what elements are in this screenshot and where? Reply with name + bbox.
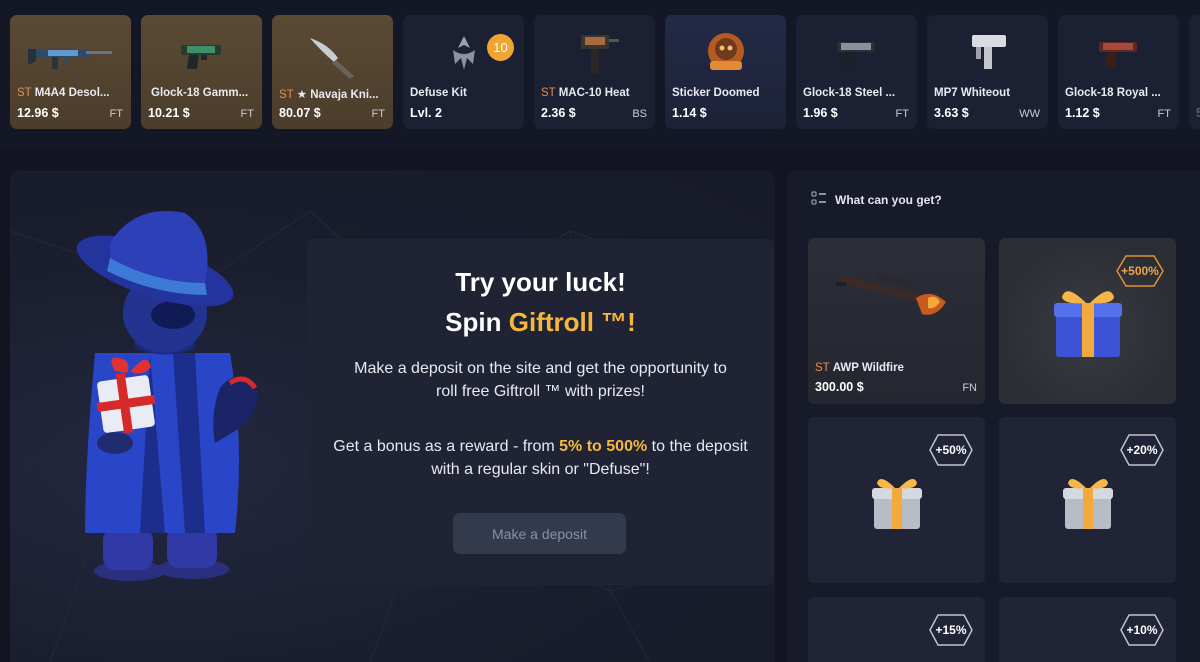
drop-card-name: Defuse Kit xyxy=(410,87,518,99)
smg-icon xyxy=(927,19,1048,91)
prize-tile-bonus[interactable]: +500% xyxy=(999,238,1176,404)
skin-name: Sticker Doomed xyxy=(672,87,760,99)
drop-card-name: ST MAC-10 Heat xyxy=(541,87,649,99)
mascot-illustration xyxy=(55,203,275,588)
drop-card-price: 1.14 $ xyxy=(672,106,707,120)
live-drops-ticker: ST M4A4 Desol... 12.96 $ FT Glock-18 Gamm… xyxy=(0,0,1200,150)
pistol-icon xyxy=(141,19,262,91)
drop-card[interactable]: ST ★ Navaja Kni... 80.07 $ FT xyxy=(272,15,393,129)
gift-box-icon xyxy=(1061,473,1115,536)
stattrak-label: ST xyxy=(815,362,830,374)
drop-card-name: MP7 Whiteout xyxy=(934,87,1042,99)
skin-name: MAC-10 Heat xyxy=(558,87,630,99)
prize-skin-wear: FN xyxy=(962,382,977,394)
drop-card[interactable]: ST M4A4 Desol... 12.96 $ FT xyxy=(10,15,131,129)
bonus-value: +20% xyxy=(1126,443,1158,457)
drop-card-price: 10.21 $ xyxy=(148,106,190,120)
drop-card-wear: FT xyxy=(240,108,254,120)
prize-tile-skin[interactable]: ST AWP Wildfire 300.00 $ FN xyxy=(808,238,985,404)
drop-card-price: 5 xyxy=(1196,106,1200,120)
drop-card-name: Sticker Doomed xyxy=(672,87,780,99)
rifle-icon xyxy=(10,19,131,91)
drop-card-price: 2.36 $ xyxy=(541,106,576,120)
skin-name: AWP Wildfire xyxy=(832,362,904,374)
skin-name: Defuse Kit xyxy=(410,87,467,99)
make-deposit-button[interactable]: Make a deposit xyxy=(453,513,626,554)
bonus-value: +50% xyxy=(935,443,967,457)
stattrak-label: ST xyxy=(279,89,294,101)
drop-card-name: Glock-18 Royal ... xyxy=(1065,87,1173,99)
giftroll-promo-panel: Try your luck! Spin Giftroll ™! Make a d… xyxy=(10,171,775,662)
drop-card-price: 1.12 $ xyxy=(1065,106,1100,120)
drop-card[interactable]: Glock-18 Steel ... 1.96 $ FT xyxy=(796,15,917,129)
drop-card-wear: FT xyxy=(109,108,123,120)
pistol-icon xyxy=(796,19,917,91)
promo-description: Make a deposit on the site and get the o… xyxy=(354,360,727,400)
skin-name: M4A4 Desol... xyxy=(34,87,110,99)
skin-name: Glock-18 Royal ... xyxy=(1065,87,1161,99)
bonus-value: +15% xyxy=(935,623,967,637)
list-icon xyxy=(811,190,827,211)
bonus-badge: +50% xyxy=(929,434,973,466)
bonus-badge: +15% xyxy=(929,614,973,646)
prizes-header: What can you get? xyxy=(811,190,942,210)
prize-skin-price: 300.00 $ xyxy=(815,380,864,394)
drop-card-wear: BS xyxy=(632,108,647,120)
bonus-badge: +20% xyxy=(1120,434,1164,466)
sticker-icon xyxy=(665,19,786,91)
drop-card-price: 3.63 $ xyxy=(934,106,969,120)
drop-card-wear: WW xyxy=(1019,108,1040,120)
promo-bonus-text: Get a bonus as a reward - from 5% to 500… xyxy=(327,435,754,481)
gift-box-icon xyxy=(870,473,924,536)
promo-info-box: Try your luck! Spin Giftroll ™! Make a d… xyxy=(307,239,774,585)
promo-subtitle-prefix: Spin xyxy=(445,307,509,337)
pistol-icon xyxy=(1058,19,1179,91)
prizes-panel: What can you get? ST AWP Wildfire 300.00 … xyxy=(787,171,1200,662)
drop-card[interactable]: ST MAC-10 Heat 2.36 $ BS xyxy=(534,15,655,129)
drop-card-defuse[interactable]: 10 Defuse Kit Lvl. 2 xyxy=(403,15,524,129)
knife-icon xyxy=(272,19,393,91)
bonus-range: 5% to 500% xyxy=(559,438,648,455)
drop-card-partial[interactable]: S 5 xyxy=(1189,15,1200,129)
drop-card-name: Glock-18 Steel ... xyxy=(803,87,911,99)
gift-box-icon xyxy=(1052,283,1124,366)
skin-name: ★ Navaja Kni... xyxy=(296,89,379,101)
level-badge: 10 xyxy=(487,34,514,61)
drop-card[interactable]: Glock-18 Gamm... 10.21 $ FT xyxy=(141,15,262,129)
skin-name: Glock-18 Steel ... xyxy=(803,87,896,99)
promo-subtitle-accent: Giftroll ™! xyxy=(508,307,636,337)
drop-card-price: 12.96 $ xyxy=(17,106,59,120)
prize-tile-bonus[interactable]: +50% xyxy=(808,417,985,583)
bonus-value: +10% xyxy=(1126,623,1158,637)
drop-card-name: Glock-18 Gamm... xyxy=(148,87,256,99)
promo-title: Try your luck! xyxy=(455,267,626,297)
prize-tile-bonus[interactable]: +15% xyxy=(808,597,985,662)
stattrak-label: ST xyxy=(17,87,32,99)
drop-card-name: ST ★ Navaja Kni... xyxy=(279,87,387,101)
bonus-badge: +10% xyxy=(1120,614,1164,646)
prizes-title: What can you get? xyxy=(835,193,942,207)
skin-name: MP7 Whiteout xyxy=(934,87,1011,99)
skin-name: Glock-18 Gamm... xyxy=(151,87,249,99)
promo-subtitle: Spin Giftroll ™! xyxy=(307,307,774,338)
drop-card[interactable]: MP7 Whiteout 3.63 $ WW xyxy=(927,15,1048,129)
drop-card-price: 1.96 $ xyxy=(803,106,838,120)
drop-card-name: ST M4A4 Desol... xyxy=(17,87,125,99)
drop-card-price: 80.07 $ xyxy=(279,106,321,120)
prize-skin-name: ST AWP Wildfire xyxy=(815,362,904,374)
drop-card[interactable]: Sticker Doomed 1.14 $ xyxy=(665,15,786,129)
sniper-rifle-icon xyxy=(836,268,961,333)
drop-card-wear: FT xyxy=(895,108,909,120)
prize-tile-bonus[interactable]: +10% xyxy=(999,597,1176,662)
bonus-text-prefix: Get a bonus as a reward - from xyxy=(333,438,560,455)
prize-tile-bonus[interactable]: +20% xyxy=(999,417,1176,583)
drop-card-wear: FT xyxy=(371,108,385,120)
drop-card[interactable]: Glock-18 Royal ... 1.12 $ FT xyxy=(1058,15,1179,129)
drop-card-level: Lvl. 2 xyxy=(410,106,442,120)
drop-card-wear: FT xyxy=(1157,108,1171,120)
smg-icon xyxy=(534,19,655,91)
stattrak-label: ST xyxy=(541,87,556,99)
